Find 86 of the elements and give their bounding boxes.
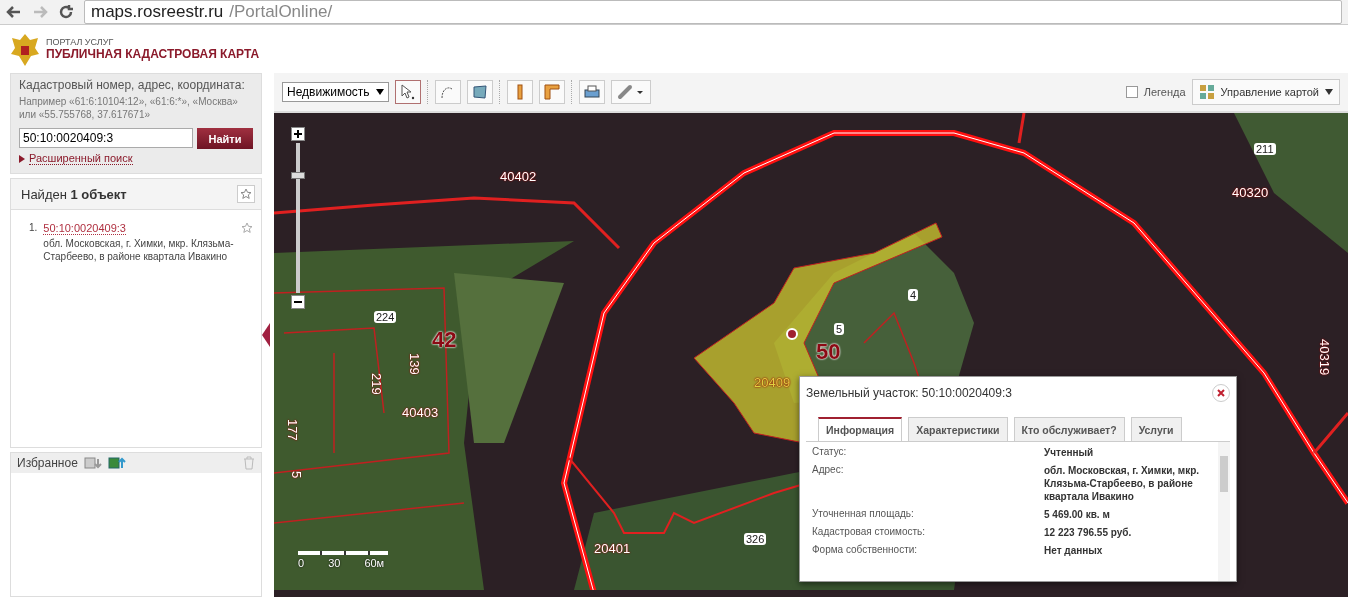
find-button[interactable]: Найти <box>197 128 253 149</box>
forward-icon[interactable] <box>32 4 48 20</box>
star-button[interactable] <box>237 185 255 203</box>
result-number: 1. <box>29 222 38 235</box>
close-icon <box>1217 389 1225 397</box>
ruler-icon <box>516 84 523 100</box>
advanced-search-link[interactable]: Расширенный поиск <box>29 152 133 165</box>
scrollbar[interactable] <box>1218 442 1230 581</box>
polygon-icon <box>471 84 488 100</box>
layer-dropdown[interactable]: Недвижимость <box>282 82 389 102</box>
link-icon <box>616 84 645 100</box>
search-field[interactable]: 50:10:0020409:3 <box>19 128 193 148</box>
favorites-title: Избранное <box>17 456 78 470</box>
cursor-icon <box>399 84 416 100</box>
back-icon[interactable] <box>6 4 22 20</box>
popup-title: Земельный участок: 50:10:0020409:3 <box>806 386 1012 400</box>
scale-label: 0 <box>298 557 305 569</box>
map-label: 5 <box>834 323 845 335</box>
field-label: Кадастровая стоимость: <box>812 526 927 539</box>
map-label: 177 <box>285 418 300 443</box>
reload-icon[interactable] <box>58 4 74 20</box>
area-tool-button[interactable] <box>466 80 493 104</box>
print-button[interactable] <box>578 80 605 104</box>
search-hint: Например «61:6:10104:12», «61:6:*», «Москва» или «55.755768, 37.617671» <box>19 95 239 121</box>
field-label: Статус: <box>812 446 848 459</box>
link-button[interactable] <box>610 80 651 104</box>
portal-title: ПУБЛИЧНАЯ КАДАСТРОВАЯ КАРТА <box>46 47 260 61</box>
map-label: 40403 <box>401 405 440 420</box>
collapse-handle-icon[interactable] <box>262 323 270 347</box>
field-label: Форма собственности: <box>812 544 919 557</box>
map-label: 20409 <box>753 375 792 390</box>
scale-label: 60м <box>364 557 385 569</box>
identify-tool-button[interactable] <box>394 80 421 104</box>
zoom-out-button[interactable] <box>291 295 305 309</box>
emblem-icon <box>10 32 40 66</box>
map-label: 5 <box>289 470 304 481</box>
map-label: 40319 <box>1317 338 1332 378</box>
ruler-button[interactable] <box>506 80 533 104</box>
field-value: обл. Московская, г. Химки, мкр. Клязьма-Старбеево, в районе квартала Ивакино <box>1044 464 1201 503</box>
map-label: 326 <box>744 533 767 545</box>
map-label: 40320 <box>1231 185 1270 200</box>
grid-icon <box>1198 84 1215 100</box>
minus-icon <box>294 298 302 306</box>
popup-tab[interactable]: Кто обслуживает? <box>1013 417 1125 441</box>
legend-checkbox[interactable] <box>1125 86 1138 98</box>
triangle-icon <box>19 154 25 163</box>
field-value: 5 469.00 кв. м <box>1044 508 1111 521</box>
map-label: 211 <box>1254 143 1276 155</box>
legend-label: Легенда <box>1143 86 1186 98</box>
map-label: 224 <box>374 311 397 323</box>
map-label: 219 <box>369 372 384 397</box>
caret-icon <box>1325 89 1333 95</box>
popup-tab[interactable]: Характеристики <box>908 417 1008 441</box>
results-title: Найден 1 объект <box>21 186 127 202</box>
star-icon <box>240 188 252 200</box>
export-icon[interactable] <box>83 456 102 470</box>
map-label: 4 <box>908 289 919 301</box>
caret-icon <box>375 89 384 95</box>
map-label: 20401 <box>593 541 632 556</box>
map-label: 40402 <box>499 169 538 184</box>
scale-label: 30 <box>328 557 341 569</box>
portal-subtitle: ПОРТАЛ УСЛУГ <box>46 37 115 47</box>
field-label: Адрес: <box>812 464 845 477</box>
popup-tab[interactable]: Информация <box>818 417 903 441</box>
zoom-thumb[interactable] <box>291 172 305 179</box>
close-button[interactable] <box>1212 384 1230 402</box>
import-icon[interactable] <box>107 456 126 470</box>
map-control-button[interactable]: Управление картой <box>1191 79 1340 105</box>
plus-icon <box>294 130 302 138</box>
star-icon[interactable] <box>241 222 253 234</box>
result-link[interactable]: 50:10:0020409:3 <box>43 222 126 235</box>
map-label: 139 <box>407 352 422 377</box>
map-label: 50 <box>815 339 842 365</box>
area-ruler-button[interactable] <box>538 80 565 104</box>
field-label: Уточненная площадь: <box>812 508 915 521</box>
popup-tab[interactable]: Услуги <box>1130 417 1182 441</box>
zoom-in-button[interactable] <box>291 127 305 141</box>
address-bar[interactable]: maps.rosreestr.ru /PortalOnline/ <box>84 0 1342 24</box>
result-address: обл. Московская, г. Химки, мкр. Клязьма-Старбеево, в районе квартала Ивакино <box>43 237 235 263</box>
printer-icon <box>583 84 600 100</box>
field-value: Учтенный <box>1044 446 1095 459</box>
field-value: 12 223 796.55 руб. <box>1044 526 1133 539</box>
search-label: Кадастровый номер, адрес, координата: <box>19 78 246 92</box>
corner-ruler-icon <box>543 84 560 100</box>
field-value: Нет данных <box>1044 544 1104 557</box>
curve-tool-button[interactable] <box>434 80 461 104</box>
